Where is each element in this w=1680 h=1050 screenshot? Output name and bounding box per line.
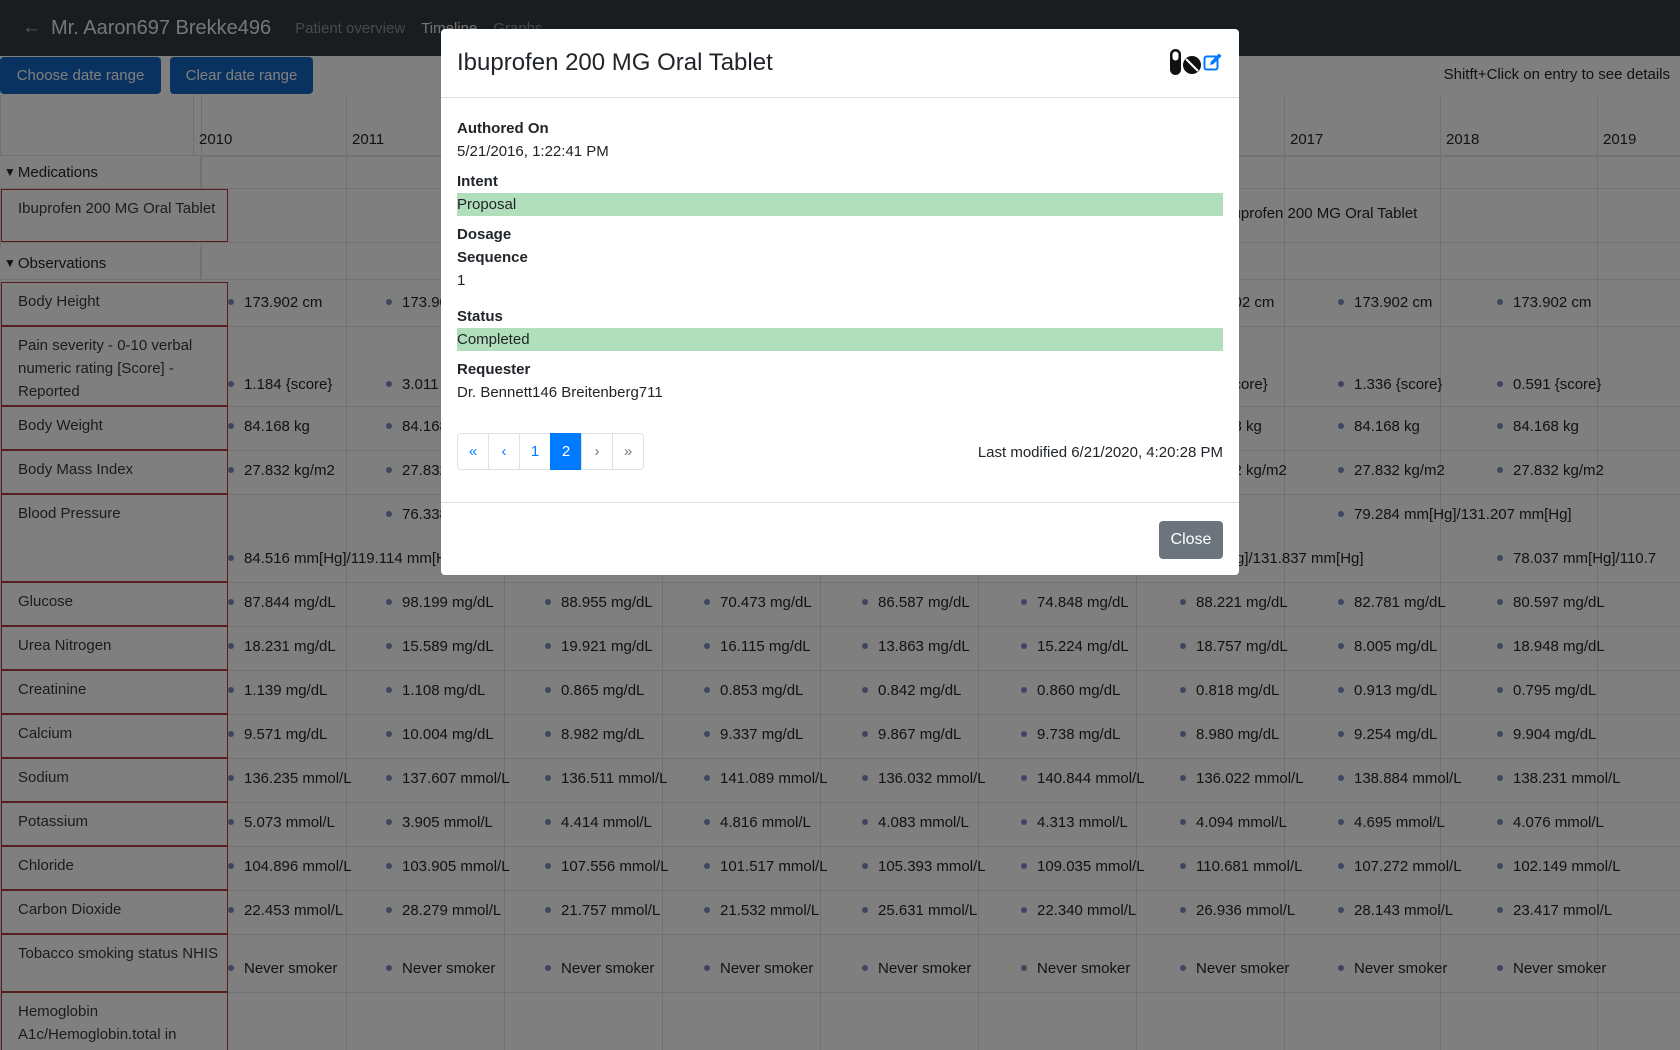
authored-on-value: 5/21/2016, 1:22:41 PM	[457, 143, 609, 160]
requester-label: Requester	[457, 361, 531, 378]
last-modified-text: Last modified 6/21/2020, 4:20:28 PM	[977, 444, 1223, 461]
page-next-button[interactable]: ›	[581, 433, 613, 470]
page-last-button[interactable]: »	[612, 433, 644, 470]
intent-value: Proposal	[457, 193, 1223, 216]
page-prev-button[interactable]: ‹	[488, 433, 520, 470]
edit-icon[interactable]	[1203, 52, 1223, 72]
requester-value: Dr. Bennett146 Breitenberg711	[457, 384, 663, 401]
modal-footer: Close	[441, 505, 1239, 575]
modal-title: Ibuprofen 200 MG Oral Tablet	[457, 49, 773, 76]
modal-body: Authored On 5/21/2016, 1:22:41 PM Intent…	[441, 98, 1239, 503]
sequence-value: 1	[457, 272, 466, 289]
page-1-button[interactable]: 1	[519, 433, 551, 470]
intent-label: Intent	[457, 173, 498, 190]
medication-detail-modal: Ibuprofen 200 MG Oral Tablet Authored On…	[441, 29, 1239, 575]
close-button[interactable]: Close	[1159, 521, 1223, 559]
status-value: Completed	[457, 328, 1223, 351]
page-2-button[interactable]: 2	[550, 433, 582, 470]
sequence-label: Sequence	[457, 249, 528, 266]
pagination: « ‹ 1 2 › »	[457, 433, 644, 470]
pill-icon	[1170, 49, 1201, 75]
dosage-label: Dosage	[457, 226, 512, 243]
status-label: Status	[457, 308, 503, 325]
page-first-button[interactable]: «	[457, 433, 489, 470]
modal-header: Ibuprofen 200 MG Oral Tablet	[441, 29, 1239, 98]
authored-on-label: Authored On	[457, 120, 549, 137]
